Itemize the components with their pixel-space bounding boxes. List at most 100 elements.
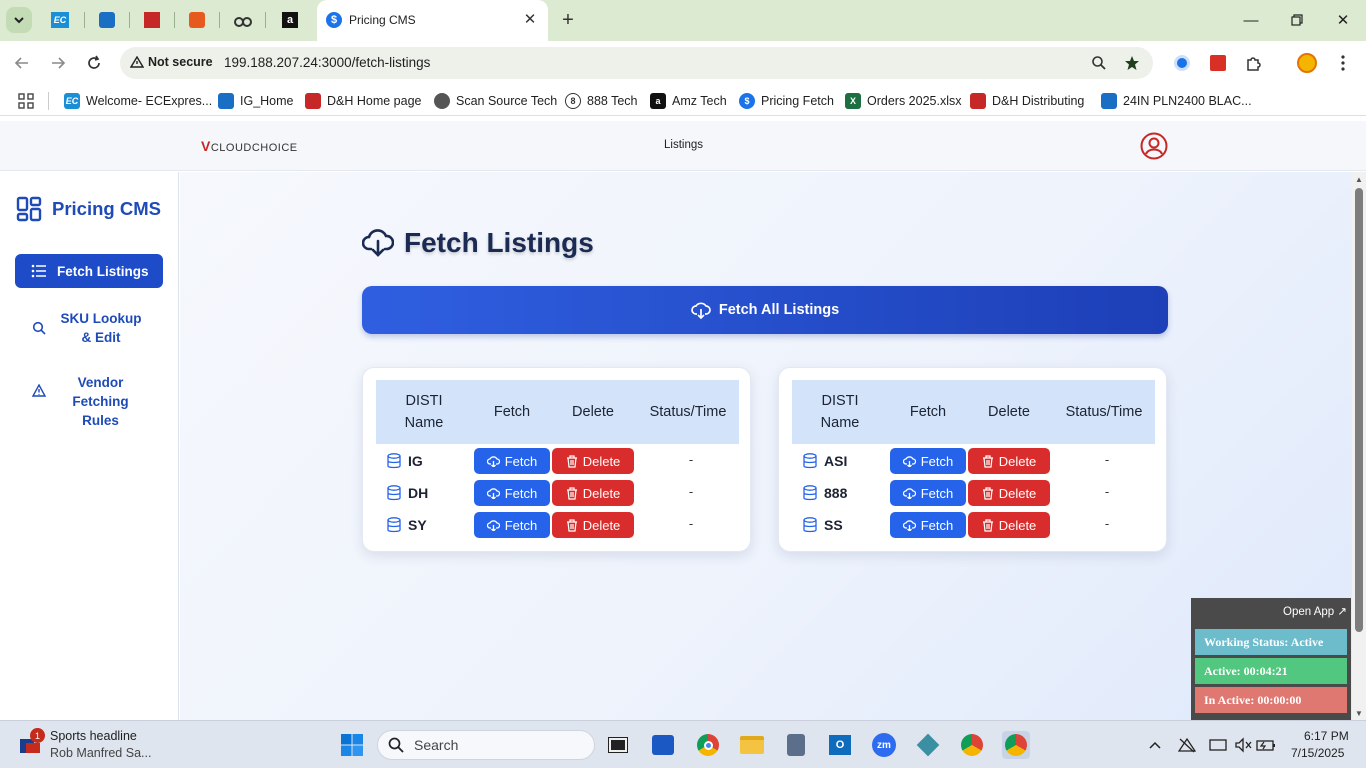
- news-headline[interactable]: Sports headline: [50, 729, 137, 743]
- chrome-active-icon[interactable]: [1002, 731, 1030, 759]
- tab-search-button[interactable]: [6, 7, 32, 33]
- store-icon[interactable]: [649, 731, 677, 759]
- fetch-button[interactable]: Fetch: [890, 480, 966, 506]
- delete-button[interactable]: Delete: [552, 448, 634, 474]
- extensions-puzzle-icon[interactable]: [1243, 52, 1265, 74]
- news-subtitle[interactable]: Rob Manfred Sa...: [50, 746, 151, 760]
- task-view-icon[interactable]: [604, 731, 632, 759]
- time-tracker-widget: Open App ↗ Working Status: Active Active…: [1191, 598, 1351, 720]
- calculator-icon[interactable]: [782, 731, 810, 759]
- fetch-button[interactable]: Fetch: [474, 480, 550, 506]
- delete-button[interactable]: Delete: [552, 480, 634, 506]
- scroll-down-icon[interactable]: ▼: [1355, 709, 1363, 718]
- close-tab-icon[interactable]: ✕: [520, 9, 540, 29]
- fetch-button[interactable]: Fetch: [474, 448, 550, 474]
- delete-button[interactable]: Delete: [968, 480, 1050, 506]
- delete-button[interactable]: Delete: [552, 512, 634, 538]
- tray-chevron-up-icon[interactable]: [1145, 735, 1165, 755]
- bookmark-888-tech[interactable]: 8 888 Tech: [565, 92, 638, 110]
- taskbar-search-input[interactable]: Search: [377, 730, 595, 760]
- scrollbar-thumb[interactable]: [1355, 188, 1363, 632]
- zoom-icon[interactable]: [1088, 52, 1110, 74]
- zoom-icon[interactable]: zm: [870, 731, 898, 759]
- pdf-extension-icon[interactable]: [1207, 52, 1229, 74]
- reload-button[interactable]: [82, 51, 106, 75]
- back-button[interactable]: [10, 51, 34, 75]
- pinned-tab-amazon[interactable]: a: [278, 8, 302, 32]
- table-row: IG Fetch Delete -: [376, 445, 739, 477]
- new-tab-button[interactable]: +: [557, 9, 579, 31]
- pinned-tab-ec[interactable]: EC: [48, 8, 72, 32]
- logo[interactable]: VCLOUDCHOICE: [201, 138, 298, 154]
- column-header-disti-name: DISTI Name: [820, 393, 860, 431]
- nav-listings-link[interactable]: Listings: [664, 139, 703, 151]
- sidebar-item-vendor-rules[interactable]: Vendor Fetching Rules: [15, 372, 163, 428]
- bookmark-star-icon[interactable]: [1121, 52, 1143, 74]
- apps-grid-icon[interactable]: [18, 92, 34, 110]
- fetch-all-listings-button[interactable]: Fetch All Listings: [362, 286, 1168, 334]
- display-icon[interactable]: [1208, 735, 1228, 755]
- volume-muted-icon[interactable]: [1233, 735, 1253, 755]
- maximize-button[interactable]: [1283, 8, 1311, 32]
- active-tab[interactable]: $ Pricing CMS ✕: [317, 0, 548, 41]
- ec-icon: EC: [64, 93, 80, 109]
- browser-toolbar: Not secure 199.188.207.24:3000/fetch-lis…: [0, 41, 1366, 85]
- page-title: Fetch Listings: [362, 227, 594, 259]
- sidebar-item-fetch-listings[interactable]: Fetch Listings: [15, 254, 163, 288]
- chrome-icon[interactable]: [694, 731, 722, 759]
- disti-name: ASI: [824, 453, 848, 469]
- page-scrollbar[interactable]: ▲ ▼: [1352, 172, 1366, 720]
- bookmark-24in-pln[interactable]: 24IN PLN2400 BLAC...: [1101, 92, 1252, 110]
- outlook-icon[interactable]: O: [826, 731, 854, 759]
- status-time: -: [688, 484, 694, 499]
- security-indicator[interactable]: Not secure: [129, 55, 213, 69]
- ec-icon: EC: [51, 12, 69, 28]
- bookmark-dh-distributing[interactable]: D&H Distributing: [970, 92, 1084, 110]
- pinned-tab-scansource[interactable]: [185, 8, 209, 32]
- app-diamond-icon[interactable]: [914, 731, 942, 759]
- fetch-button[interactable]: Fetch: [474, 512, 550, 538]
- bookmark-orders-xlsx[interactable]: X Orders 2025.xlsx: [845, 92, 961, 110]
- dh-icon: [144, 12, 160, 28]
- bookmark-pricing-fetch[interactable]: $ Pricing Fetch: [739, 92, 834, 110]
- search-icon: [388, 737, 404, 753]
- scroll-up-icon[interactable]: ▲: [1355, 175, 1363, 184]
- status-time: -: [688, 452, 694, 467]
- extension-blue-icon[interactable]: [1171, 52, 1193, 74]
- address-bar[interactable]: Not secure 199.188.207.24:3000/fetch-lis…: [120, 47, 1153, 79]
- column-header-delete: Delete: [988, 404, 1030, 420]
- sidebar-item-label: SKU Lookup & Edit: [60, 311, 142, 345]
- url-text[interactable]: 199.188.207.24:3000/fetch-listings: [224, 55, 430, 70]
- bookmark-amz-tech[interactable]: a Amz Tech: [650, 92, 727, 110]
- bookmark-ig-home[interactable]: IG_Home: [218, 92, 294, 110]
- warning-icon: [32, 384, 46, 397]
- file-explorer-icon[interactable]: [738, 731, 766, 759]
- bookmarks-bar: EC Welcome- ECExpres... IG_Home D&H Home …: [0, 85, 1366, 116]
- ig-icon: [1101, 93, 1117, 109]
- bookmark-ecexpress[interactable]: EC Welcome- ECExpres...: [64, 92, 212, 110]
- delete-button[interactable]: Delete: [968, 512, 1050, 538]
- minimize-button[interactable]: —: [1237, 8, 1265, 32]
- sidebar-item-sku-lookup[interactable]: SKU Lookup & Edit: [15, 308, 163, 348]
- vpn-icon[interactable]: [1177, 735, 1197, 755]
- pinned-tab-dh[interactable]: [140, 8, 164, 32]
- fetch-button[interactable]: Fetch: [890, 448, 966, 474]
- clock-date[interactable]: 7/15/2025: [1291, 746, 1344, 760]
- user-avatar-icon[interactable]: [1140, 132, 1168, 160]
- chrome-profile-icon[interactable]: [958, 731, 986, 759]
- open-app-link[interactable]: Open App ↗: [1283, 604, 1347, 618]
- delete-button[interactable]: Delete: [968, 448, 1050, 474]
- browser-menu-icon[interactable]: [1332, 52, 1354, 74]
- fetch-button[interactable]: Fetch: [890, 512, 966, 538]
- cloud-download-icon: [486, 456, 500, 467]
- bookmark-scansource[interactable]: Scan Source Tech: [434, 92, 557, 110]
- windows-start-icon[interactable]: [340, 733, 364, 757]
- close-window-button[interactable]: ✕: [1329, 8, 1357, 32]
- clock-time[interactable]: 6:17 PM: [1304, 729, 1349, 743]
- profile-avatar-icon[interactable]: [1296, 52, 1318, 74]
- pinned-tab-888[interactable]: [231, 8, 255, 32]
- forward-button[interactable]: [46, 51, 70, 75]
- pinned-tab-ig[interactable]: [95, 8, 119, 32]
- battery-icon[interactable]: [1256, 735, 1276, 755]
- bookmark-dh-home[interactable]: D&H Home page: [305, 92, 422, 110]
